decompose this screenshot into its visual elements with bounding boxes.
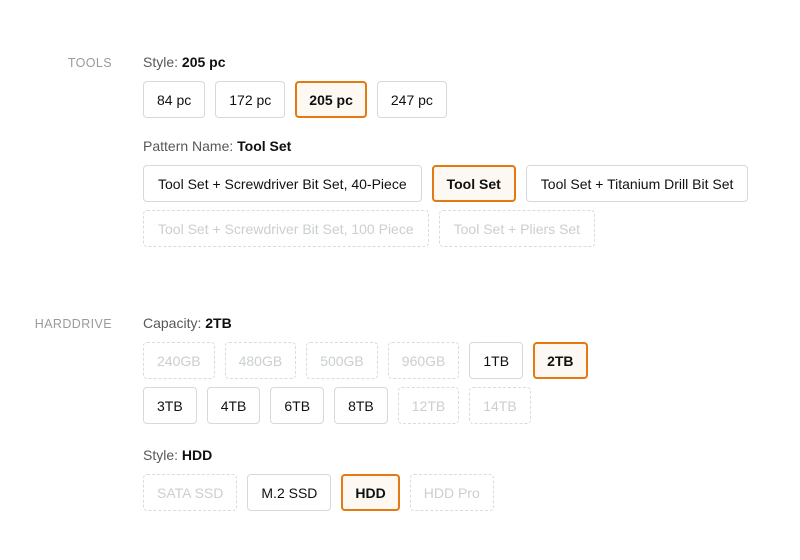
dimension-group-capacity: Capacity: 2TB 240GB 480GB 500GB 960GB 1T…: [143, 313, 790, 424]
swatch-option[interactable]: 1TB: [469, 342, 524, 379]
swatch-option-selected[interactable]: 205 pc: [295, 81, 367, 118]
swatch-option[interactable]: Tool Set + Screwdriver Bit Set, 40-Piece: [143, 165, 422, 202]
dimension-heading-capacity: Capacity: 2TB: [143, 313, 790, 333]
dimension-label-pattern-name: Pattern Name:: [143, 138, 234, 154]
section-body-harddrive: Capacity: 2TB 240GB 480GB 500GB 960GB 1T…: [112, 313, 790, 511]
dimension-group-style-harddrive: Style: HDD SATA SSD M.2 SSD HDD HDD Pro: [143, 445, 790, 511]
dimension-label-capacity: Capacity:: [143, 315, 202, 331]
swatch-option-disabled: 12TB: [397, 387, 460, 424]
dimension-value-style-harddrive: HDD: [181, 447, 213, 463]
swatch-option-disabled: 960GB: [387, 342, 460, 379]
swatch-row: Tool Set + Screwdriver Bit Set, 100 Piec…: [143, 210, 790, 247]
swatch-option-disabled: 14TB: [469, 387, 531, 424]
swatch-row: 240GB 480GB 500GB 960GB 1TB 2TB: [143, 342, 790, 379]
section-tools: TOOLS Style: 205 pc 84 pc 172 pc 205 pc …: [0, 52, 790, 247]
section-harddrive: HARDDRIVE Capacity: 2TB 240GB 480GB 500G…: [0, 313, 790, 511]
swatch-option-disabled: 480GB: [224, 342, 297, 379]
dimension-heading-style-harddrive: Style: HDD: [143, 445, 790, 465]
swatch-row: Tool Set + Screwdriver Bit Set, 40-Piece…: [143, 165, 790, 202]
swatch-option[interactable]: M.2 SSD: [247, 474, 332, 511]
swatch-row: 3TB 4TB 6TB 8TB 12TB 14TB: [143, 387, 790, 424]
swatch-rows-capacity: 240GB 480GB 500GB 960GB 1TB 2TB 3TB 4TB …: [143, 342, 790, 424]
swatch-option-disabled: 500GB: [306, 342, 378, 379]
swatch-option[interactable]: 6TB: [270, 387, 325, 424]
swatch-option-selected[interactable]: HDD: [341, 474, 400, 511]
swatch-option-selected[interactable]: Tool Set: [431, 165, 516, 202]
swatch-option[interactable]: 4TB: [206, 387, 261, 424]
section-body-tools: Style: 205 pc 84 pc 172 pc 205 pc 247 pc…: [112, 52, 790, 247]
dimension-group-pattern-name: Pattern Name: Tool Set Tool Set + Screwd…: [143, 136, 790, 247]
swatch-option-disabled: 240GB: [143, 342, 215, 379]
dimension-value-pattern-name: Tool Set: [237, 138, 292, 154]
swatch-option[interactable]: Tool Set + Titanium Drill Bit Set: [525, 165, 749, 202]
swatch-option-selected[interactable]: 2TB: [533, 342, 588, 379]
dimension-heading-pattern-name: Pattern Name: Tool Set: [143, 136, 790, 156]
swatch-option-disabled: SATA SSD: [143, 474, 238, 511]
dimension-value-capacity: 2TB: [205, 315, 232, 331]
dimension-label-style-harddrive: Style:: [143, 447, 179, 463]
swatch-option-disabled: Tool Set + Screwdriver Bit Set, 100 Piec…: [143, 210, 429, 247]
dimension-heading-style-tools: Style: 205 pc: [143, 52, 790, 72]
swatch-option[interactable]: 3TB: [143, 387, 197, 424]
swatch-rows-style-tools: 84 pc 172 pc 205 pc 247 pc: [143, 81, 790, 118]
section-label-tools: TOOLS: [67, 56, 112, 70]
section-label-harddrive: HARDDRIVE: [34, 317, 112, 331]
swatch-option[interactable]: 84 pc: [143, 81, 206, 118]
swatch-option-disabled: Tool Set + Pliers Set: [438, 210, 596, 247]
variation-selector-page: TOOLS Style: 205 pc 84 pc 172 pc 205 pc …: [0, 0, 800, 560]
swatch-row: SATA SSD M.2 SSD HDD HDD Pro: [143, 474, 790, 511]
dimension-value-style-tools: 205 pc: [181, 54, 226, 70]
swatch-row: 84 pc 172 pc 205 pc 247 pc: [143, 81, 790, 118]
swatch-option-disabled: HDD Pro: [409, 474, 494, 511]
swatch-rows-style-harddrive: SATA SSD M.2 SSD HDD HDD Pro: [143, 474, 790, 511]
dimension-label-style-tools: Style:: [143, 54, 179, 70]
swatch-rows-pattern-name: Tool Set + Screwdriver Bit Set, 40-Piece…: [143, 165, 790, 247]
swatch-option[interactable]: 8TB: [334, 387, 388, 424]
dimension-group-style-tools: Style: 205 pc 84 pc 172 pc 205 pc 247 pc: [143, 52, 790, 118]
swatch-option[interactable]: 172 pc: [215, 81, 286, 118]
swatch-option[interactable]: 247 pc: [376, 81, 447, 118]
